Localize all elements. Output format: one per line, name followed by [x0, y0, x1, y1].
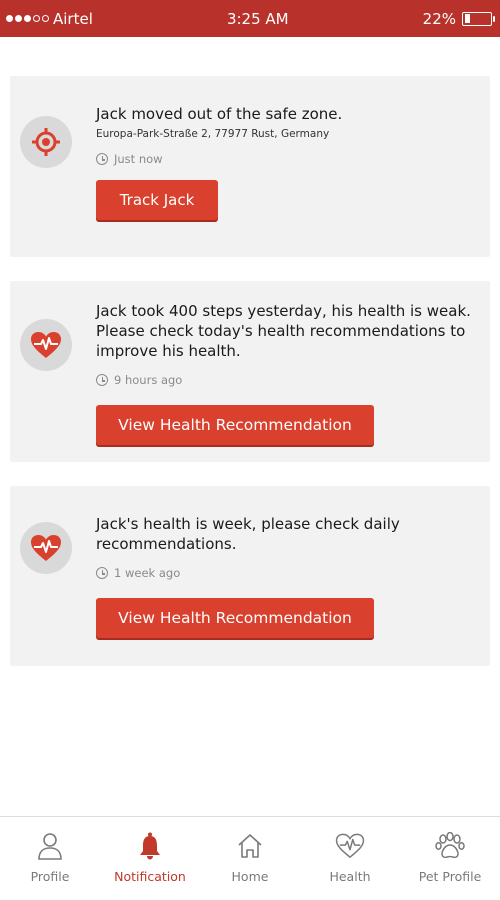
status-left: Airtel: [6, 10, 93, 28]
notification-time-text: 1 week ago: [114, 566, 181, 580]
notification-card-health: Jack's health is week, please check dail…: [10, 486, 490, 666]
nav-item-pet-profile[interactable]: Pet Profile: [400, 817, 500, 900]
nav-label: Home: [231, 869, 269, 884]
nav-item-health[interactable]: Health: [300, 817, 400, 900]
notification-time: 1 week ago: [96, 566, 480, 580]
clock-icon: [96, 567, 108, 579]
nav-item-home[interactable]: Home: [200, 817, 300, 900]
battery-percent: 22%: [422, 9, 456, 28]
nav-label: Health: [329, 869, 371, 884]
nav-item-profile[interactable]: Profile: [0, 817, 100, 900]
notification-body: Jack moved out of the safe zone. Europa-…: [96, 104, 480, 220]
nav-item-notification[interactable]: Notification: [100, 817, 200, 900]
nav-label: Notification: [114, 869, 186, 884]
paw-icon: [435, 831, 465, 861]
notification-message: Jack's health is week, please check dail…: [96, 515, 400, 553]
notification-card-steps: Jack took 400 steps yesterday, his healt…: [10, 281, 490, 462]
bottom-nav: Profile Notification Home Health Pet Pro…: [0, 816, 500, 900]
notification-message: Jack moved out of the safe zone.: [96, 105, 343, 123]
heart-pulse-icon: [20, 319, 72, 371]
track-jack-button[interactable]: Track Jack: [96, 180, 218, 220]
notification-time-text: Just now: [114, 152, 163, 166]
status-bar: Airtel 3:25 AM 22%: [0, 0, 500, 37]
notification-address: Europa-Park-Straße 2, 77977 Rust, German…: [96, 128, 330, 140]
notification-message: Jack took 400 steps yesterday, his healt…: [96, 302, 471, 360]
view-health-recommendation-button[interactable]: View Health Recommendation: [96, 405, 374, 445]
carrier-name: Airtel: [53, 9, 93, 28]
clock-icon: [96, 153, 108, 165]
notification-time: 9 hours ago: [96, 373, 480, 387]
bell-icon: [135, 831, 165, 861]
notification-body: Jack took 400 steps yesterday, his healt…: [96, 301, 480, 445]
notification-time-text: 9 hours ago: [114, 373, 183, 387]
signal-strength-icon: [6, 15, 49, 22]
clock-icon: [96, 374, 108, 386]
status-right: 22%: [422, 9, 495, 28]
view-health-recommendation-button[interactable]: View Health Recommendation: [96, 598, 374, 638]
nav-label: Pet Profile: [418, 869, 482, 884]
home-icon: [235, 831, 265, 861]
target-icon: [20, 116, 72, 168]
notification-body: Jack's health is week, please check dail…: [96, 514, 480, 638]
battery-icon: [462, 11, 495, 26]
nav-label: Profile: [30, 869, 70, 884]
heart-pulse-icon: [20, 522, 72, 574]
person-icon: [35, 831, 65, 861]
status-time: 3:25 AM: [226, 9, 289, 28]
notification-time: Just now: [96, 152, 480, 166]
notification-card-safe-zone: Jack moved out of the safe zone. Europa-…: [10, 76, 490, 257]
heart-pulse-icon: [335, 831, 365, 861]
